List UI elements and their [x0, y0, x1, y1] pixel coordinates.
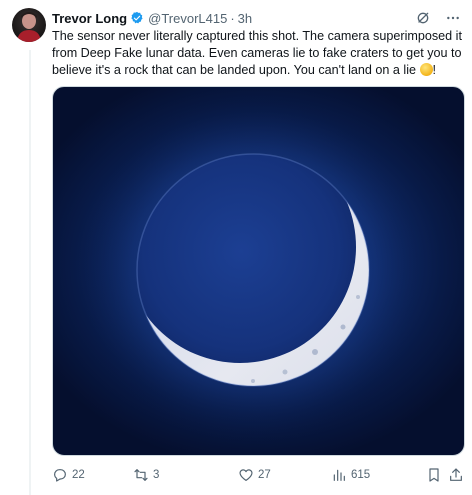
author-name[interactable]: Trevor Long — [52, 11, 127, 26]
repost-button[interactable]: 3 — [133, 465, 159, 485]
heart-icon — [239, 469, 253, 481]
tweet-trailing: ! — [432, 62, 437, 77]
share-icon — [450, 468, 462, 481]
tweet-text: The sensor never literally captured this… — [52, 28, 462, 78]
thinking-face-emoji — [419, 62, 433, 76]
avatar[interactable] — [12, 8, 46, 42]
tweet-media-image[interactable] — [52, 86, 465, 456]
reply-button[interactable]: 22 — [52, 465, 85, 485]
view-count: 615 — [351, 469, 371, 481]
separator-dot: · — [230, 10, 235, 26]
bookmark-icon — [429, 468, 439, 482]
tweet-header: Trevor Long @TrevorL415 · 3h — [52, 9, 462, 27]
reply-count: 22 — [72, 469, 85, 481]
share-button[interactable] — [448, 465, 464, 485]
tweet-actions: 22 3 27 615 — [52, 465, 462, 485]
verified-badge-icon — [130, 11, 144, 25]
thread-line — [29, 50, 31, 495]
like-count: 27 — [258, 469, 271, 481]
timestamp[interactable]: 3h — [238, 11, 252, 26]
grok-icon[interactable] — [414, 9, 432, 27]
bookmark-button[interactable] — [426, 465, 442, 485]
tweet-body: The sensor never literally captured this… — [52, 29, 466, 77]
repost-count: 3 — [153, 469, 160, 481]
views-icon — [333, 469, 345, 481]
views-button[interactable]: 615 — [331, 465, 370, 485]
more-icon[interactable] — [444, 9, 462, 27]
reply-icon — [54, 469, 66, 482]
like-button[interactable]: 27 — [238, 465, 271, 485]
author-handle[interactable]: @TrevorL415 — [148, 11, 227, 26]
repost-icon — [134, 469, 148, 481]
crescent-moon-image — [78, 95, 428, 445]
